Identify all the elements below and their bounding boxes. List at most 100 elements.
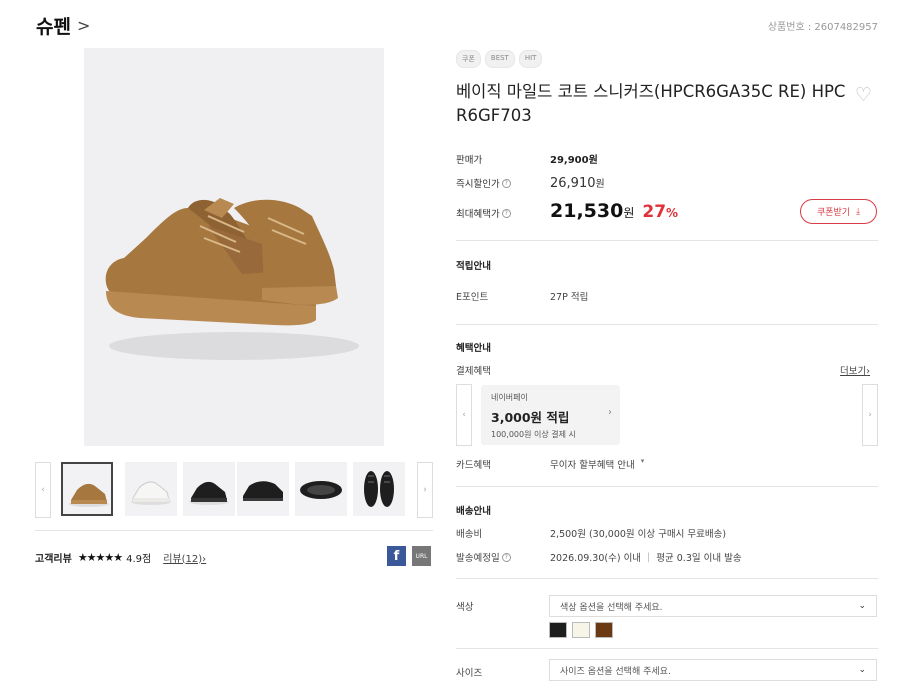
coupon-button-label: 쿠폰받기 bbox=[816, 208, 851, 218]
points-row: E포인트 27P 적립 bbox=[456, 289, 588, 303]
tag-best: BEST bbox=[484, 50, 515, 68]
max-benefit-label-wrap: 최대혜택가 ? bbox=[456, 206, 550, 220]
thumbnail-next-button[interactable]: › bbox=[417, 462, 433, 518]
currency-unit: 원 bbox=[595, 179, 605, 190]
divider bbox=[456, 486, 878, 487]
divider bbox=[35, 530, 433, 531]
brand-link[interactable]: 슈펜 > bbox=[36, 12, 90, 39]
max-benefit-value: 21,530원 bbox=[550, 200, 634, 222]
benefit-prev-button[interactable]: ‹ bbox=[456, 384, 472, 446]
benefits-section-title: 혜택안내 bbox=[456, 343, 491, 354]
product-title: 베이직 마일드 코트 스니커즈(HPCR6GA35C RE) HPCR6GF70… bbox=[456, 82, 846, 125]
thumbnail-camel-sneaker[interactable] bbox=[61, 462, 113, 516]
size-option-row: 사이즈 bbox=[456, 665, 550, 679]
swatch-ivory[interactable] bbox=[572, 622, 590, 638]
size-option-label: 사이즈 bbox=[456, 668, 483, 679]
delivery-fee-value: 2,500원 (30,000원 이상 구매시 무료배송) bbox=[550, 529, 727, 540]
heart-icon[interactable]: ♡ bbox=[855, 84, 872, 106]
help-icon[interactable]: ? bbox=[501, 178, 511, 188]
divider bbox=[456, 240, 878, 241]
download-icon: ⤓ bbox=[856, 206, 861, 217]
tag-hit: HIT bbox=[518, 50, 543, 68]
divider bbox=[456, 324, 878, 325]
instant-discount-label: 즉시할인가 bbox=[456, 179, 500, 190]
percent-unit: % bbox=[666, 206, 679, 220]
pay-card-name: 네이버페이 bbox=[491, 393, 528, 402]
url-share-icon[interactable]: URL bbox=[412, 546, 431, 566]
separator: | bbox=[647, 551, 651, 563]
pay-card-amount: 3,000원 적립 bbox=[491, 410, 570, 425]
color-select-placeholder: 색상 옵션을 선택해 주세요. bbox=[560, 602, 663, 613]
chevron-right-icon: › bbox=[608, 407, 612, 418]
star-rating-icon: ★★★★★ bbox=[77, 550, 123, 564]
divider bbox=[456, 648, 878, 649]
payment-benefit-label: 결제혜택 bbox=[456, 366, 491, 377]
thumbnail-prev-button[interactable]: ‹ bbox=[35, 462, 51, 518]
divider bbox=[456, 578, 878, 579]
help-icon[interactable]: ? bbox=[501, 552, 511, 562]
review-score: 4.9점 bbox=[126, 553, 152, 565]
main-product-image[interactable] bbox=[84, 48, 384, 446]
swatch-brown[interactable] bbox=[595, 622, 613, 638]
points-section-title: 적립안내 bbox=[456, 261, 491, 272]
help-icon[interactable]: ? bbox=[501, 208, 511, 218]
ship-date-label: 발송예정일 bbox=[456, 553, 500, 564]
max-benefit-label: 최대혜택가 bbox=[456, 209, 500, 220]
instant-discount-value: 26,910원 bbox=[550, 175, 605, 191]
product-tags: 쿠폰 BEST HIT bbox=[456, 50, 543, 68]
thumbnail-black-sneaker-2[interactable] bbox=[237, 462, 289, 516]
card-benefit-label: 카드혜택 bbox=[456, 460, 491, 471]
discount-percent-value: 27 bbox=[642, 202, 667, 222]
instant-discount-label-wrap: 즉시할인가 ? bbox=[456, 176, 550, 190]
ship-date-value: 2026.09.30(수) 이내 bbox=[550, 553, 642, 564]
instant-discount-amount: 26,910 bbox=[550, 176, 596, 191]
size-select[interactable]: 사이즈 옵션을 선택해 주세요. ⌄ bbox=[549, 659, 877, 681]
ship-date-row: 발송예정일 ? 2026.09.30(수) 이내 | 평균 0.3일 이내 발송 bbox=[456, 550, 742, 565]
thumbnail-strip: ‹ › bbox=[35, 462, 433, 518]
ship-date-label-wrap: 발송예정일 ? bbox=[456, 550, 550, 564]
color-select[interactable]: 색상 옵션을 선택해 주세요. ⌄ bbox=[549, 595, 877, 617]
review-link-label: 리뷰(12) bbox=[163, 553, 203, 565]
pay-card-condition: 100,000원 이상 결제 시 bbox=[491, 430, 576, 439]
card-benefit-row: 카드혜택 무이자 할부혜택 안내 ▾ bbox=[456, 457, 644, 471]
coupon-download-button[interactable]: 쿠폰받기 ⤓ bbox=[800, 199, 877, 224]
thumbnail-white-sneaker[interactable] bbox=[125, 462, 177, 516]
more-link[interactable]: 더보기› bbox=[840, 363, 870, 377]
chevron-right-icon: > bbox=[76, 16, 91, 35]
chevron-right-icon: › bbox=[202, 553, 207, 565]
size-select-placeholder: 사이즈 옵션을 선택해 주세요. bbox=[560, 666, 671, 677]
delivery-fee-row: 배송비 2,500원 (30,000원 이상 구매시 무료배송) bbox=[456, 526, 726, 540]
chevron-right-icon: › bbox=[866, 366, 871, 377]
delivery-fee-label: 배송비 bbox=[456, 529, 483, 540]
thumbnail-black-sole[interactable] bbox=[295, 462, 347, 516]
card-benefit-value: 무이자 할부혜택 안내 bbox=[550, 460, 635, 471]
delivery-section-title: 배송안내 bbox=[456, 506, 491, 517]
chevron-down-icon: ⌄ bbox=[858, 601, 866, 611]
color-swatches bbox=[549, 622, 613, 638]
payment-benefit-row: 결제혜택 bbox=[456, 363, 550, 377]
max-benefit-row: 최대혜택가 ? 21,530원 27% bbox=[456, 200, 678, 222]
product-number: 상품번호 : 2607482957 bbox=[767, 22, 878, 33]
sale-price-label: 판매가 bbox=[456, 155, 483, 166]
ship-date-average: 평균 0.3일 이내 발송 bbox=[656, 553, 742, 564]
thumbnail-black-sneaker-top[interactable] bbox=[353, 462, 405, 516]
points-value: 27P 적립 bbox=[550, 292, 589, 303]
card-benefit-dropdown[interactable]: 무이자 할부혜택 안내 ▾ bbox=[550, 457, 644, 471]
facebook-share-icon[interactable]: f bbox=[387, 546, 406, 566]
tag-coupon: 쿠폰 bbox=[456, 50, 481, 68]
max-benefit-amount: 21,530 bbox=[550, 200, 624, 222]
color-option-row: 색상 bbox=[456, 599, 550, 613]
caret-down-icon: ▾ bbox=[640, 457, 645, 465]
color-option-label: 색상 bbox=[456, 602, 474, 613]
review-title: 고객리뷰 bbox=[35, 553, 72, 565]
chevron-down-icon: ⌄ bbox=[858, 665, 866, 675]
currency-unit: 원 bbox=[623, 206, 635, 220]
benefit-next-button[interactable]: › bbox=[862, 384, 878, 446]
swatch-black[interactable] bbox=[549, 622, 567, 638]
naverpay-benefit-card[interactable]: 네이버페이 3,000원 적립 100,000원 이상 결제 시 › bbox=[481, 385, 620, 445]
review-link[interactable]: 리뷰(12)› bbox=[163, 550, 206, 565]
instant-discount-row: 즉시할인가 ? 26,910원 bbox=[456, 175, 605, 191]
sale-price-value: 29,900원 bbox=[550, 155, 598, 166]
brand-name: 슈펜 bbox=[36, 16, 71, 38]
thumbnail-black-sneaker-1[interactable] bbox=[183, 462, 235, 516]
